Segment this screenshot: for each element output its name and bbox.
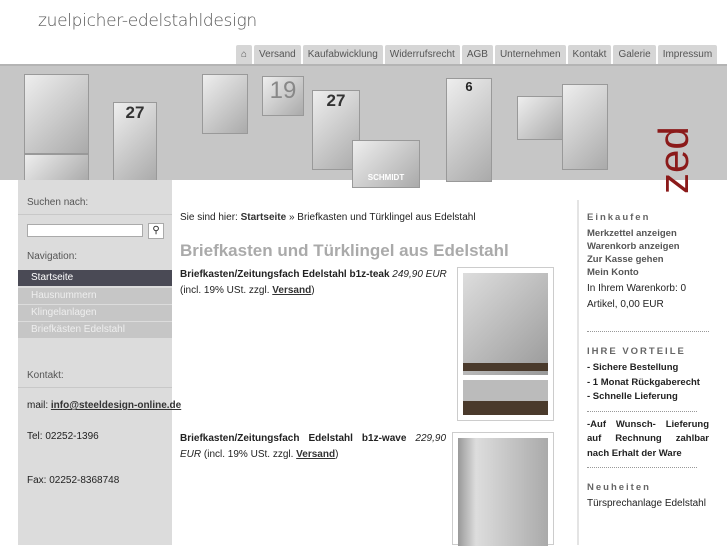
invoice-note: -Auf Wunsch- Lieferung auf Rechnung zahl… [587,418,709,459]
top-nav: ⌂ Versand Kaufabwicklung Widerrufsrecht … [236,45,718,64]
advantages-title: IHRE VORTEILE [587,346,686,357]
divider [587,331,709,332]
breadcrumb-home[interactable]: Startseite [241,212,287,223]
search-icon[interactable]: ⚲ [148,223,164,239]
contact-tel: Tel: 02252-1396 [27,431,99,442]
tab-impressum[interactable]: Impressum [657,45,718,64]
product-item: Briefkasten/Zeitungsfach Edelstahl b1z-w… [180,433,447,460]
site-logo[interactable]: zuelpicher-edelstahldesign [38,11,257,31]
product-name[interactable]: Briefkasten/Zeitungsfach Edelstahl b1z-t… [180,269,390,280]
nameplate-image: SCHMIDT [352,140,420,188]
product-image-wave[interactable] [452,432,554,546]
page-title: Briefkasten und Türklingel aus Edelstahl [180,241,509,260]
advantage-item: - Sichere Bestellung [587,362,679,373]
doorbell-image [562,84,608,170]
mailbox-image [24,154,89,182]
breadcrumb-current: Briefkasten und Türklingel aus Edelstahl [297,212,476,223]
sidebar-item-klingelanlagen[interactable]: Klingelanlagen [18,305,172,321]
advantage-item: - Schnelle Lieferung [587,391,678,402]
product-price: 249,90 EUR [392,269,447,280]
contact-mail: mail: info@steeldesign-online.de [27,400,182,411]
news-item[interactable]: Türsprechanlage Edelstahl [587,497,727,511]
divider [587,467,697,468]
home-tab[interactable]: ⌂ [236,45,253,64]
cart-summary: In Ihrem Warenkorb: 0 Artikel, 0,00 EUR [587,283,687,310]
link-kasse[interactable]: Zur Kasse gehen [587,253,727,266]
shop-title: Einkaufen [587,212,651,223]
doorbell-image: 27 [113,102,157,182]
product-banner: 27 19 27 SCHMIDT 6 zed [0,64,727,194]
contact-fax: Fax: 02252-8368748 [27,475,120,486]
tab-galerie[interactable]: Galerie [613,45,656,64]
product-item: Briefkasten/Zeitungsfach Edelstahl b1z-t… [180,269,447,296]
doorbell-image [517,96,563,140]
search-input[interactable] [27,224,143,237]
brand-logo: zed [650,126,697,194]
divider [587,410,697,412]
intercom-image: 6 [446,78,492,182]
link-konto[interactable]: Mein Konto [587,266,727,279]
product-image-teak[interactable] [457,267,554,421]
navigation-label: Navigation: [27,251,78,262]
home-icon: ⌂ [241,49,248,60]
sidebar-item-hausnummern[interactable]: Hausnummern [18,288,172,304]
advantage-item: - 1 Monat Rückgaberecht [587,376,700,388]
left-sidebar: Suchen nach: ⚲ Navigation: Startseite Ha… [18,180,181,545]
house-number-image: 19 [262,76,304,116]
mail-link[interactable]: info@steeldesign-online.de [51,400,181,411]
doorbell-image [202,74,248,134]
mailbox-image [24,74,89,154]
shipping-link[interactable]: Versand [272,285,311,296]
link-warenkorb[interactable]: Warenkorb anzeigen [587,240,727,253]
search-label: Suchen nach: [27,197,89,208]
right-sidebar: Einkaufen Merkzettel anzeigen Warenkorb … [577,200,727,545]
shipping-link[interactable]: Versand [296,449,335,460]
product-name[interactable]: Briefkasten/Zeitungsfach Edelstahl b1z-w… [180,433,406,444]
contact-label: Kontakt: [27,370,64,381]
tab-widerrufsrecht[interactable]: Widerrufsrecht [384,45,460,64]
tab-versand[interactable]: Versand [254,45,301,64]
news-title: Neuheiten [587,482,651,493]
tab-unternehmen[interactable]: Unternehmen [494,45,566,64]
tab-kaufabwicklung[interactable]: Kaufabwicklung [302,45,383,64]
tab-kontakt[interactable]: Kontakt [567,45,612,64]
sidebar-item-startseite[interactable]: Startseite [18,270,172,286]
link-merkzettel[interactable]: Merkzettel anzeigen [587,227,727,240]
sidebar-item-briefkaesten[interactable]: Briefkästen Edelstahl [18,322,172,338]
breadcrumb: Sie sind hier: Startseite » Briefkasten … [180,212,476,223]
tab-agb[interactable]: AGB [461,45,493,64]
